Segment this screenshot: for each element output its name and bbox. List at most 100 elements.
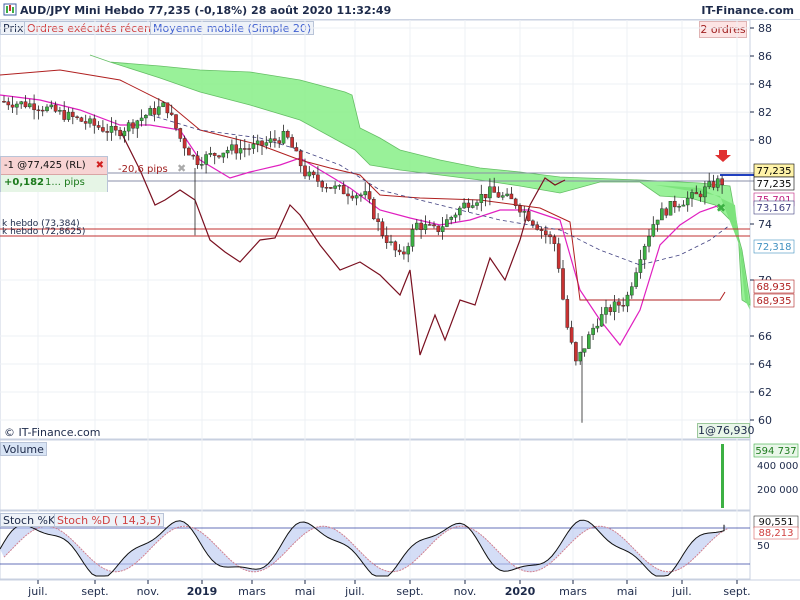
candle-bull (634, 272, 638, 287)
candle-bull (144, 115, 148, 119)
candle-bear (182, 138, 187, 149)
candle-bull (333, 185, 337, 189)
chart-window: AUD/JPY Mini Hebdo 77,235 (-0,18%) 28 ao… (0, 0, 800, 600)
candle-bull (268, 138, 273, 143)
candle-bear (496, 192, 501, 198)
order-label: -1 @77,425 (RL) (4, 160, 86, 171)
candle-bull (647, 236, 651, 247)
candle-bear (561, 268, 565, 300)
volume-current-label: 594 737 (755, 446, 796, 457)
candle-bull (612, 301, 617, 312)
candle-bull (238, 148, 243, 154)
candle-bear (113, 125, 118, 131)
candle-bear (698, 193, 703, 198)
candle-bull (599, 314, 604, 327)
close-order-icon[interactable]: ✖ (96, 157, 104, 174)
candle-bull (307, 171, 312, 177)
candle-bull (660, 208, 664, 221)
candle-bull (595, 325, 600, 329)
time-tick-label: nov. (137, 585, 160, 598)
candle-bull (199, 164, 204, 166)
candle-bear (548, 234, 552, 238)
candle-bear (10, 104, 15, 108)
time-tick-label: juil. (344, 585, 365, 598)
candle-bull (281, 131, 286, 144)
candle-bear (526, 211, 531, 222)
price-chart[interactable]: k hebdo (73,384)k hebdo (72,8625)✖ 88868… (0, 0, 800, 600)
candle-bull (501, 195, 505, 198)
candle-bull (225, 150, 230, 154)
candle-bear (436, 225, 441, 232)
candle-bear (101, 127, 105, 132)
candle-bull (651, 224, 656, 237)
candle-bull (66, 111, 71, 120)
candle-bull (604, 307, 608, 315)
position-tag[interactable]: 1@76,930 (697, 423, 755, 438)
candle-bull (122, 130, 127, 137)
close-pending-icon[interactable]: ✖ (177, 162, 186, 175)
candle-bear (311, 171, 316, 176)
candle-bear (32, 103, 36, 111)
candle-bull (668, 201, 673, 216)
candle-bull (58, 110, 62, 112)
price-tick-label: 80 (758, 134, 772, 147)
candle-bear (720, 178, 724, 186)
time-tick-label: 2020 (505, 585, 536, 598)
price-tag-label: 72,318 (757, 242, 792, 253)
candle-bear (217, 155, 221, 158)
candle-bear (372, 198, 376, 220)
candle-bear (535, 224, 539, 230)
time-tick-label: juil. (671, 585, 692, 598)
volume-label[interactable]: Volume (0, 442, 47, 456)
price-tick-label: 74 (758, 218, 772, 231)
stoch-d-value: 88,213 (759, 528, 794, 539)
candle-bull (716, 178, 720, 188)
candle-bull (453, 214, 458, 218)
candle-bull (440, 226, 445, 232)
price-tick-label: 88 (758, 22, 772, 35)
candle-bull (655, 219, 660, 225)
price-tick-label: 82 (758, 106, 772, 119)
candle-bear (131, 122, 135, 129)
candle-bull (255, 140, 260, 145)
price-tag-label: 73,167 (757, 203, 792, 214)
candle-bull (703, 186, 707, 198)
candle-bull (685, 197, 690, 206)
candle-bear (75, 116, 79, 118)
candle-bull (45, 106, 49, 112)
candle-bear (397, 249, 402, 253)
position-pnl: +0,182 (4, 177, 45, 188)
candle-bull (359, 194, 363, 197)
candle-bear (544, 230, 548, 235)
candle-bear (574, 342, 578, 362)
candle-bear (23, 101, 28, 108)
stoch-k-label[interactable]: Stoch %K (0, 513, 59, 527)
candle-bear (36, 109, 41, 112)
candle-bear (466, 202, 471, 208)
candle-bear (694, 192, 699, 195)
candle-bear (552, 236, 557, 244)
candle-bull (28, 103, 32, 108)
candle-bear (539, 229, 544, 231)
candle-bear (367, 191, 372, 200)
price-tick-label: 64 (758, 358, 772, 371)
candle-bull (578, 352, 582, 362)
candle-bull (15, 103, 19, 108)
candle-bear (178, 128, 183, 139)
candle-bear (673, 201, 677, 208)
candle-bear (320, 181, 325, 188)
time-tick-label: mai (617, 585, 638, 598)
stoch-d-label[interactable]: Stoch %D ( 14,3,5) (54, 513, 165, 527)
candle-bear (621, 305, 625, 307)
candle-bear (303, 165, 307, 177)
time-tick-label: juil. (27, 585, 48, 598)
baseline-line (0, 69, 726, 301)
price-tick-label: 62 (758, 386, 772, 399)
cross-marker-icon: ✖ (716, 201, 726, 215)
price-tag-label: 77,235 (757, 166, 792, 177)
candle-bear (40, 109, 45, 112)
open-position-box[interactable]: -1 @77,425 (RL) ✖ +0,182 1... pips (0, 156, 108, 192)
candle-bear (169, 112, 174, 115)
candle-bull (19, 101, 24, 105)
candle-bull (139, 117, 144, 121)
